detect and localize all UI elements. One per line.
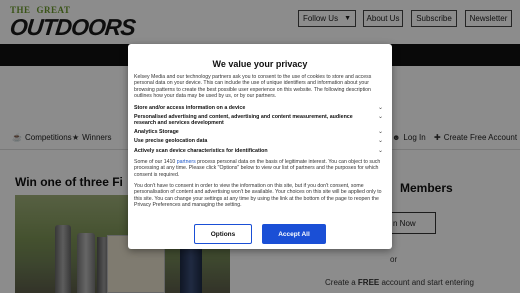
partners-text: Some of our 1410 partners process person… xyxy=(134,158,381,178)
purpose-item[interactable]: Store and/or access information on a dev… xyxy=(134,105,386,111)
dialog-intro: Kelsey Media and our technology partners… xyxy=(134,74,372,100)
dialog-actions: Options Accept All xyxy=(128,224,392,244)
purpose-item[interactable]: Actively scan device characteristics for… xyxy=(134,148,386,154)
purpose-label: Analytics Storage xyxy=(134,129,179,136)
purpose-label: Store and/or access information on a dev… xyxy=(134,104,246,111)
purpose-item[interactable]: Personalised advertising and content, ad… xyxy=(134,114,386,126)
privacy-consent-dialog: We value your privacy Kelsey Media and o… xyxy=(128,44,392,249)
partners-link[interactable]: partners xyxy=(177,159,196,165)
chevron-down-icon[interactable]: ⌄ xyxy=(378,114,383,120)
chevron-down-icon[interactable]: ⌄ xyxy=(378,138,383,144)
purpose-label: Use precise geolocation data xyxy=(134,138,208,145)
purpose-item[interactable]: Analytics Storage ⌄ xyxy=(134,129,386,135)
consent-note: You don't have to consent in order to vi… xyxy=(134,183,382,209)
dialog-title: We value your privacy xyxy=(212,59,308,69)
accept-all-button[interactable]: Accept All xyxy=(262,224,326,244)
purpose-item[interactable]: Use precise geolocation data ⌄ xyxy=(134,138,386,144)
purpose-label: Personalised advertising and content, ad… xyxy=(134,113,353,127)
purpose-list: Store and/or access information on a dev… xyxy=(134,105,386,154)
chevron-down-icon[interactable]: ⌄ xyxy=(378,105,383,111)
chevron-down-icon[interactable]: ⌄ xyxy=(378,148,383,154)
chevron-down-icon[interactable]: ⌄ xyxy=(378,129,383,135)
purpose-label: Actively scan device characteristics for… xyxy=(134,147,268,154)
options-button[interactable]: Options xyxy=(194,224,252,244)
